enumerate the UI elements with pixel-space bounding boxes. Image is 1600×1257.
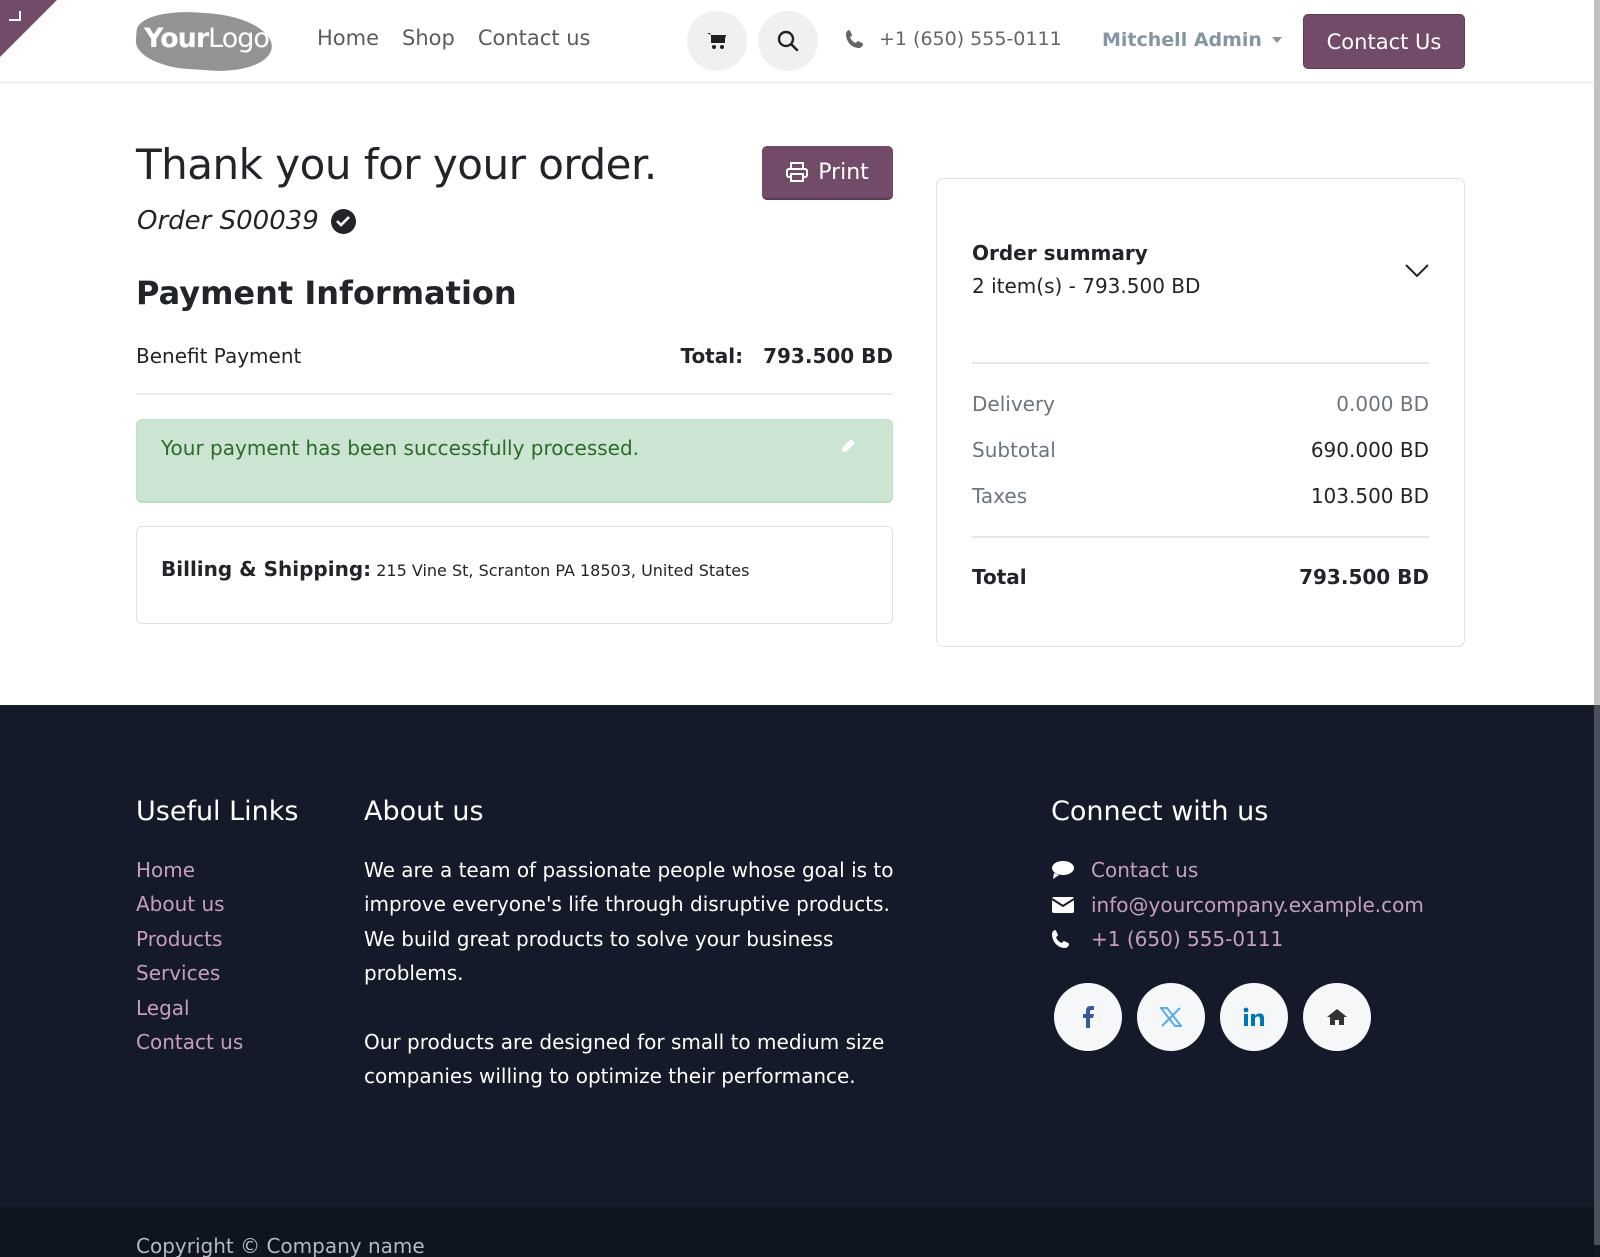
summary-divider — [972, 362, 1429, 364]
footer-link-services[interactable]: Services — [136, 956, 243, 990]
collapse-icon — [9, 11, 21, 21]
about-paragraph: We are a team of passionate people whose… — [364, 858, 894, 986]
summary-row-value: 690.000 BD — [1310, 438, 1429, 462]
header-phone[interactable]: +1 (650) 555-0111 — [845, 28, 1062, 50]
useful-links-heading: Useful Links — [136, 796, 299, 827]
x-twitter-button[interactable] — [1137, 983, 1205, 1051]
order-summary-card: Order summary 2 item(s) - 793.500 BD Del… — [936, 178, 1465, 647]
connect-heading: Connect with us — [1051, 796, 1269, 827]
site-header: YourLogo Home Shop Contact us +1 (650) 5… — [0, 0, 1594, 83]
payment-success-alert: Your payment has been successfully proce… — [136, 419, 893, 503]
payment-row: Benefit Payment Total: 793.500 BD — [136, 344, 893, 368]
pencil-icon[interactable] — [840, 438, 856, 454]
order-summary-title: Order summary — [972, 241, 1148, 265]
logo[interactable]: YourLogo — [134, 8, 274, 75]
print-label: Print — [818, 159, 869, 185]
search-icon — [777, 30, 799, 52]
editor-toggle[interactable] — [0, 0, 57, 57]
social-links — [1054, 983, 1371, 1051]
facebook-icon — [1083, 1006, 1094, 1028]
contact-us-button[interactable]: Contact Us — [1303, 14, 1465, 69]
home-button[interactable] — [1303, 983, 1371, 1051]
useful-links: Home About us Products Services Legal Co… — [136, 853, 243, 1059]
summary-row-label: Delivery — [972, 392, 1056, 416]
connect-email-link[interactable]: info@yourcompany.example.com — [1091, 893, 1424, 917]
main-nav: Home Shop Contact us — [317, 26, 590, 50]
check-circle-icon — [330, 208, 356, 234]
x-twitter-icon — [1160, 1007, 1182, 1027]
about-paragraph: Our products are designed for small to m… — [364, 1030, 885, 1089]
summary-row-total: Total 793.500 BD — [972, 565, 1429, 589]
connect-list: Contact us info@yourcompany.example.com … — [1051, 853, 1424, 956]
payment-method: Benefit Payment — [136, 344, 302, 368]
phone-icon — [846, 30, 863, 48]
address-value: 215 Vine St, Scranton PA 18503, United S… — [376, 561, 750, 580]
facebook-button[interactable] — [1054, 983, 1122, 1051]
summary-row-label: Subtotal — [972, 438, 1056, 462]
address-label: Billing & Shipping: — [161, 557, 372, 581]
print-button[interactable]: Print — [762, 146, 893, 200]
copyright: Copyright © Company name — [136, 1234, 425, 1257]
alert-message: Your payment has been successfully proce… — [161, 436, 640, 460]
payment-total: Total: 793.500 BD — [680, 344, 893, 368]
summary-row-taxes: Taxes 103.500 BD — [972, 484, 1429, 508]
about-text: We are a team of passionate people whose… — [364, 853, 894, 1094]
scrollbar-thumb[interactable] — [1594, 0, 1600, 705]
summary-row-value: 103.500 BD — [1310, 484, 1429, 508]
footer-link-legal[interactable]: Legal — [136, 991, 243, 1025]
summary-row-label: Taxes — [972, 484, 1028, 508]
nav-home[interactable]: Home — [317, 26, 379, 50]
footer-link-products[interactable]: Products — [136, 922, 243, 956]
comment-icon — [1051, 860, 1091, 880]
billing-shipping: Billing & Shipping: 215 Vine St, Scranto… — [161, 557, 749, 581]
cart-icon — [707, 33, 726, 49]
home-icon — [1327, 1009, 1347, 1025]
envelope-icon — [1051, 896, 1091, 914]
summary-divider — [972, 536, 1429, 538]
divider — [136, 393, 893, 395]
page-title: Thank you for your order. — [136, 140, 657, 189]
linkedin-icon — [1243, 1007, 1264, 1026]
nav-shop[interactable]: Shop — [402, 26, 455, 50]
about-heading: About us — [364, 796, 484, 827]
payment-total-label: Total: — [680, 344, 744, 368]
footer-link-about-us[interactable]: About us — [136, 887, 243, 921]
footer-link-home[interactable]: Home — [136, 853, 243, 887]
order-number-text: Order S00039 — [137, 206, 319, 236]
logo-text: YourLogo — [144, 23, 270, 54]
search-button[interactable] — [758, 11, 818, 71]
billing-shipping-card: Billing & Shipping: 215 Vine St, Scranto… — [136, 526, 893, 624]
user-menu[interactable]: Mitchell Admin — [1102, 29, 1282, 51]
payment-heading: Payment Information — [136, 274, 517, 312]
connect-contact[interactable]: Contact us — [1051, 853, 1424, 887]
nav-contact-us[interactable]: Contact us — [478, 26, 591, 50]
scrollbar-thumb-footer[interactable] — [1594, 705, 1600, 1245]
chevron-down-icon[interactable] — [1404, 263, 1430, 279]
order-number: Order S00039 — [137, 206, 356, 236]
header-phone-text: +1 (650) 555-0111 — [879, 28, 1062, 50]
cart-button[interactable] — [687, 11, 747, 71]
summary-total-label: Total — [972, 565, 1027, 589]
connect-contact-link[interactable]: Contact us — [1091, 858, 1198, 882]
user-name: Mitchell Admin — [1102, 29, 1262, 51]
connect-phone-link[interactable]: +1 (650) 555-0111 — [1091, 927, 1283, 951]
linkedin-button[interactable] — [1220, 983, 1288, 1051]
connect-phone[interactable]: +1 (650) 555-0111 — [1051, 922, 1424, 956]
caret-down-icon — [1271, 37, 1282, 43]
print-icon — [786, 162, 809, 182]
payment-total-value: 793.500 BD — [763, 344, 893, 368]
footer-link-contact-us[interactable]: Contact us — [136, 1025, 243, 1059]
order-summary-subtitle: 2 item(s) - 793.500 BD — [972, 274, 1201, 298]
summary-row-delivery: Delivery 0.000 BD — [972, 392, 1429, 416]
phone-icon — [1051, 929, 1091, 949]
connect-email[interactable]: info@yourcompany.example.com — [1051, 887, 1424, 921]
summary-total-value: 793.500 BD — [1299, 565, 1429, 589]
summary-row-value: 0.000 BD — [1336, 392, 1429, 416]
summary-row-subtotal: Subtotal 690.000 BD — [972, 438, 1429, 462]
